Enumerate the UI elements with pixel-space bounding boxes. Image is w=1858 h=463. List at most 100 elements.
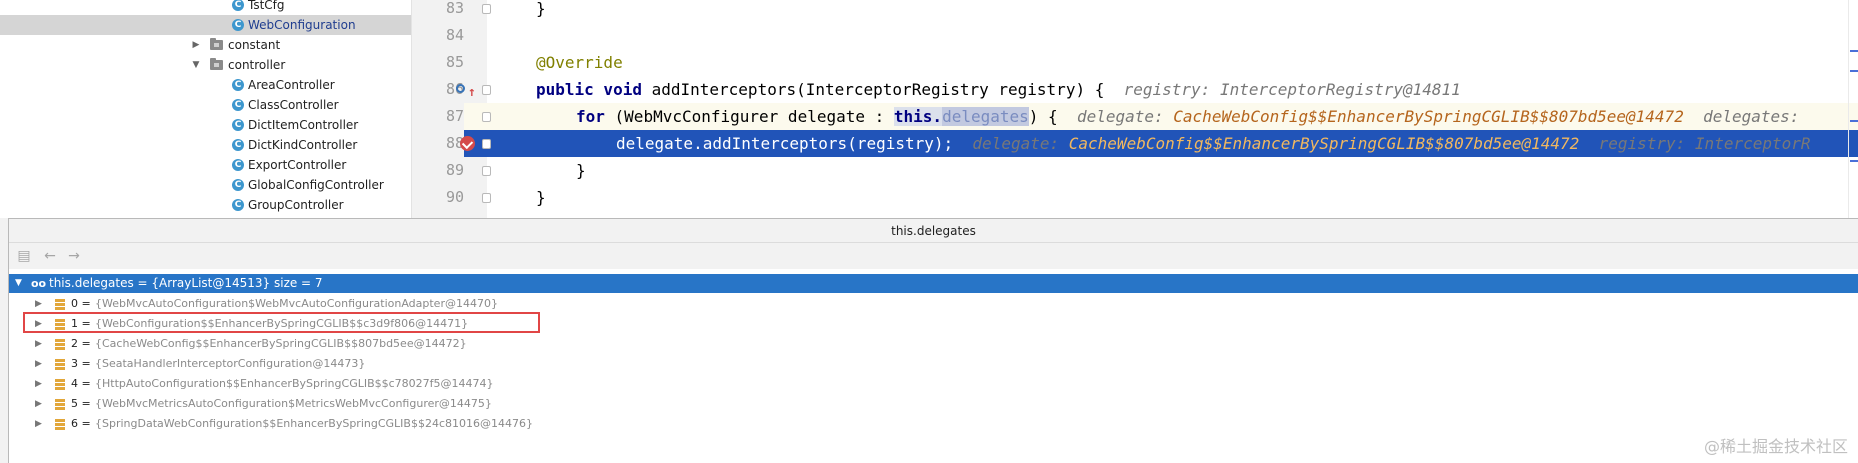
line-number: 89 — [445, 161, 464, 179]
tree-item-label: WebConfiguration — [248, 18, 356, 32]
overrides-method-icon[interactable] — [456, 84, 465, 93]
scroll-marker — [1850, 70, 1858, 72]
tree-item-label: ExportController — [248, 158, 347, 172]
scroll-marker — [1850, 120, 1858, 122]
inline-debug-hint: delegate: CacheWebConfig$$EnhancerBySpri… — [1076, 107, 1800, 126]
field-reference[interactable]: delegates — [942, 107, 1029, 126]
tree-item-exportcontroller[interactable]: C ExportController — [0, 155, 411, 175]
forward-arrow-icon[interactable]: → — [65, 247, 83, 265]
array-element-row[interactable]: ▶ 5 = {WebMvcMetricsAutoConfiguration$Me… — [9, 394, 1858, 414]
popup-toolbar: ▤ ← → — [9, 243, 1858, 269]
back-arrow-icon[interactable]: ← — [41, 247, 59, 265]
code-text: } — [576, 161, 586, 180]
code-line-88[interactable]: 88 delegate.addInterceptors(registry); d… — [412, 130, 1858, 157]
array-element-row[interactable]: ▶ 2 = {CacheWebConfig$$EnhancerBySpringC… — [9, 334, 1858, 354]
element-value: {SpringDataWebConfiguration$$EnhancerByS… — [95, 417, 533, 430]
tree-item-label: DictKindController — [248, 138, 358, 152]
class-icon: C — [232, 0, 244, 11]
chevron-right-icon[interactable]: ▶ — [190, 35, 202, 55]
element-index: 5 = — [71, 397, 91, 410]
tree-item-groupcontroller[interactable]: C GroupController — [0, 195, 411, 215]
field-icon — [55, 299, 65, 310]
code-line-85[interactable]: 85 @Override — [412, 49, 1858, 76]
tree-item-tstcfg[interactable]: C TstCfg — [0, 0, 411, 15]
inline-debug-hint: delegate: CacheWebConfig$$EnhancerBySpri… — [972, 134, 1811, 153]
hierarchy-icon[interactable]: ▤ — [15, 247, 33, 265]
tree-item-classcontroller[interactable]: C ClassController — [0, 95, 411, 115]
field-icon — [55, 399, 65, 410]
tree-item-label: DictItemController — [248, 118, 359, 132]
tree-item-webconfiguration[interactable]: C WebConfiguration — [0, 15, 411, 35]
chevron-right-icon[interactable]: ▶ — [35, 334, 42, 354]
array-element-row[interactable]: ▶ 3 = {SeataHandlerInterceptorConfigurat… — [9, 354, 1858, 374]
code-line-89[interactable]: 89 } — [412, 157, 1858, 184]
line-number: 87 — [412, 103, 464, 130]
chevron-down-icon[interactable]: ▼ — [15, 274, 22, 293]
class-icon: C — [232, 199, 244, 211]
tree-item-areacontroller[interactable]: C AreaController — [0, 75, 411, 95]
watch-variable-icon: oo — [31, 277, 47, 290]
tree-item-label: controller — [228, 58, 286, 72]
keyword: for — [576, 107, 605, 126]
fold-marker-icon[interactable] — [482, 112, 491, 122]
tree-item-constant[interactable]: ▶ constant — [0, 35, 411, 55]
code-text: } — [536, 188, 546, 207]
class-icon: C — [232, 119, 244, 131]
code-text: public void addInterceptors(InterceptorR… — [536, 76, 1461, 103]
project-tree: C TstCfg C WebConfiguration ▶ constant ▼… — [0, 0, 412, 218]
package-folder-icon — [210, 58, 223, 70]
class-icon: C — [232, 19, 244, 31]
class-icon: C — [232, 99, 244, 111]
class-icon: C — [232, 79, 244, 91]
fold-marker-icon[interactable] — [482, 4, 491, 14]
field-icon — [55, 339, 65, 350]
tree-item-globalconfigcontroller[interactable]: C GlobalConfigController — [0, 175, 411, 195]
line-number: 85 — [445, 53, 464, 71]
code-fragment: delegate.addInterceptors(registry); — [616, 134, 954, 153]
editor-scrollbar[interactable] — [1848, 0, 1858, 218]
root-variable-text: this.delegates = {ArrayList@14513} size … — [49, 276, 323, 290]
line-number: 90 — [445, 188, 464, 206]
code-fragment: addInterceptors(InterceptorRegistry regi… — [641, 80, 1105, 99]
chevron-down-icon[interactable]: ▼ — [190, 55, 202, 75]
element-value: {WebMvcAutoConfiguration$WebMvcAutoConfi… — [95, 297, 498, 310]
tree-item-controller[interactable]: ▼ controller — [0, 55, 411, 75]
line-number: 88 — [412, 130, 464, 157]
arrow-up-icon: ↑ — [468, 85, 476, 100]
tree-item-label: GroupController — [248, 198, 344, 212]
fold-marker-icon[interactable] — [482, 193, 491, 203]
code-text: delegate.addInterceptors(registry); dele… — [616, 130, 1811, 157]
fold-marker-icon[interactable] — [482, 166, 491, 176]
code-editor[interactable]: 83 } 84 85 @Override 86 ↑ public void ad… — [412, 0, 1858, 218]
left-tool-strip — [0, 218, 8, 463]
code-line-84[interactable]: 84 — [412, 22, 1858, 49]
chevron-right-icon[interactable]: ▶ — [35, 294, 42, 314]
variable-inspector-popup[interactable]: this.delegates ▤ ← → ▼ oo this.delegates… — [8, 218, 1858, 463]
fold-marker-icon[interactable] — [482, 139, 491, 149]
chevron-right-icon[interactable]: ▶ — [35, 374, 42, 394]
element-value: {CacheWebConfig$$EnhancerBySpringCGLIB$$… — [95, 337, 467, 350]
code-fragment: ) { — [1028, 107, 1058, 126]
chevron-right-icon[interactable]: ▶ — [35, 414, 42, 434]
class-icon: C — [232, 179, 244, 191]
field-icon — [55, 419, 65, 430]
field-icon — [55, 359, 65, 370]
class-icon: C — [232, 159, 244, 171]
fold-marker-icon[interactable] — [482, 85, 491, 95]
chevron-right-icon[interactable]: ▶ — [35, 354, 42, 374]
tree-item-label: ClassController — [248, 98, 339, 112]
array-element-row[interactable]: ▶ 0 = {WebMvcAutoConfiguration$WebMvcAut… — [9, 294, 1858, 314]
element-value: {WebMvcMetricsAutoConfiguration$MetricsW… — [95, 397, 492, 410]
root-variable-row[interactable]: ▼ oo this.delegates = {ArrayList@14513} … — [9, 274, 1858, 293]
tree-item-dictitemcontroller[interactable]: C DictItemController — [0, 115, 411, 135]
breakpoint-icon[interactable] — [460, 136, 475, 151]
array-element-row[interactable]: ▶ 6 = {SpringDataWebConfiguration$$Enhan… — [9, 414, 1858, 434]
line-number: 84 — [445, 26, 464, 44]
code-line-87[interactable]: 87 for (WebMvcConfigurer delegate : this… — [412, 103, 1858, 130]
code-line-83[interactable]: 83 } — [412, 0, 1858, 22]
chevron-right-icon[interactable]: ▶ — [35, 394, 42, 414]
code-line-90[interactable]: 90 } — [412, 184, 1858, 211]
code-line-86[interactable]: 86 ↑ public void addInterceptors(Interce… — [412, 76, 1858, 103]
tree-item-dictkindcontroller[interactable]: C DictKindController — [0, 135, 411, 155]
array-element-row[interactable]: ▶ 4 = {HttpAutoConfiguration$$EnhancerBy… — [9, 374, 1858, 394]
